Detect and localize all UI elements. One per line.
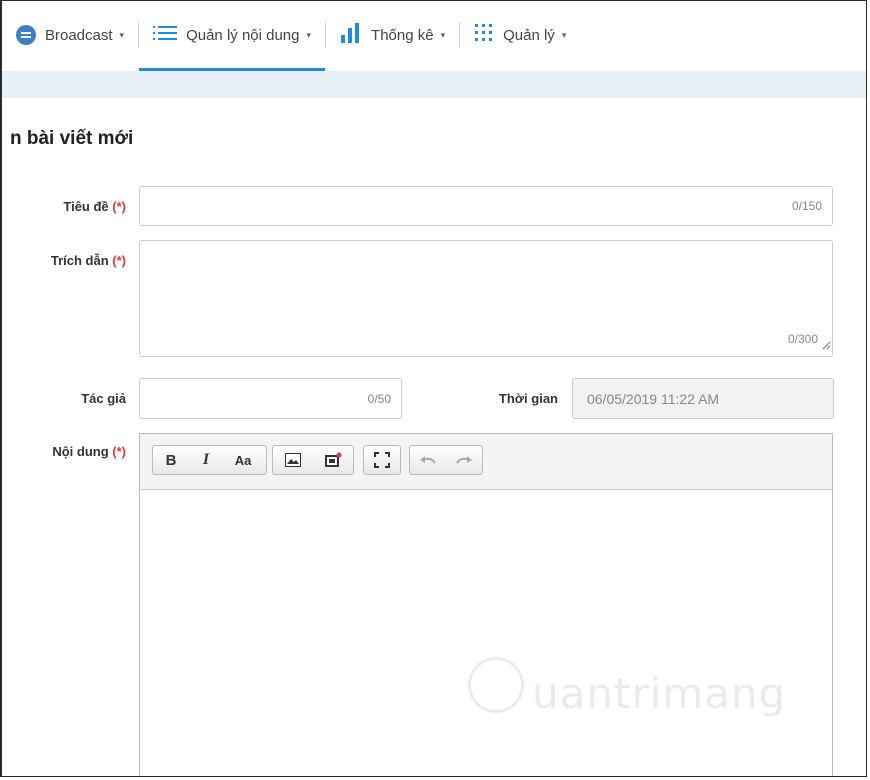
title-field-label: Tiêu đề (*) [63, 199, 126, 214]
fullscreen-button[interactable] [364, 446, 400, 474]
italic-button[interactable]: I [189, 446, 223, 474]
bar-chart-icon [340, 23, 362, 47]
author-field-label: Tác giả [81, 391, 126, 406]
editor-content-area[interactable] [140, 490, 832, 776]
nav-content-management[interactable]: Quản lý nội dung ▾ [139, 1, 325, 71]
expand-icon [374, 452, 390, 468]
list-icon [153, 25, 178, 45]
undo-icon [420, 456, 436, 464]
author-char-counter: 0/50 [367, 392, 391, 406]
watermark-text: uantrimang [532, 669, 787, 718]
redo-icon [456, 456, 472, 464]
chat-bubble-icon [16, 25, 36, 45]
insert-video-button[interactable] [313, 446, 353, 474]
insert-image-button[interactable] [273, 446, 313, 474]
video-icon [325, 452, 342, 467]
watermark-logo-icon [468, 657, 524, 713]
required-marker: (*) [112, 444, 126, 459]
required-marker: (*) [112, 253, 126, 268]
fullscreen-group [363, 445, 401, 475]
image-icon [285, 453, 301, 467]
grid-icon [474, 23, 494, 47]
quote-field-label: Trích dẫn (*) [50, 253, 126, 268]
page-title: n bài viết mới [10, 128, 134, 149]
redo-button[interactable] [446, 446, 482, 474]
nav-content-label: Quản lý nội dung [186, 26, 300, 44]
title-input[interactable]: 0/150 [139, 186, 833, 226]
nav-broadcast-label: Broadcast [45, 26, 113, 44]
top-navigation: Broadcast ▾ Quản lý nội dung ▾ Thống kê … [2, 1, 866, 71]
font-size-button[interactable]: Aa [223, 446, 263, 474]
chevron-down-icon: ▾ [440, 29, 446, 40]
time-field-label: Thời gian [498, 391, 558, 406]
resize-handle-icon[interactable] [821, 337, 831, 355]
history-group [409, 445, 483, 475]
nav-manage-label: Quản lý [503, 26, 555, 44]
editor-toolbar: B I Aa [140, 434, 832, 490]
app-frame: Broadcast ▾ Quản lý nội dung ▾ Thống kê … [0, 0, 867, 777]
required-marker: (*) [112, 199, 126, 214]
nav-broadcast[interactable]: Broadcast ▾ [2, 1, 138, 69]
chevron-down-icon: ▾ [119, 29, 125, 40]
nav-statistics-label: Thống kê [371, 26, 434, 44]
quote-char-counter: 0/300 [787, 332, 818, 346]
quote-textarea[interactable]: 0/300 [139, 240, 833, 357]
content-field-label: Nội dung (*) [52, 444, 126, 459]
sub-header-bar [2, 71, 866, 98]
rich-text-editor: B I Aa [139, 433, 833, 776]
author-input[interactable]: 0/50 [139, 378, 402, 419]
undo-button[interactable] [410, 446, 446, 474]
chevron-down-icon: ▾ [306, 29, 312, 40]
chevron-down-icon: ▾ [561, 29, 567, 40]
nav-manage[interactable]: Quản lý ▾ [460, 1, 580, 69]
nav-statistics[interactable]: Thống kê ▾ [326, 1, 459, 69]
time-input[interactable]: 06/05/2019 11:22 AM [572, 378, 834, 419]
text-format-group: B I Aa [152, 445, 267, 475]
media-group [272, 445, 354, 475]
bold-button[interactable]: B [153, 446, 189, 474]
title-char-counter: 0/150 [791, 199, 822, 213]
